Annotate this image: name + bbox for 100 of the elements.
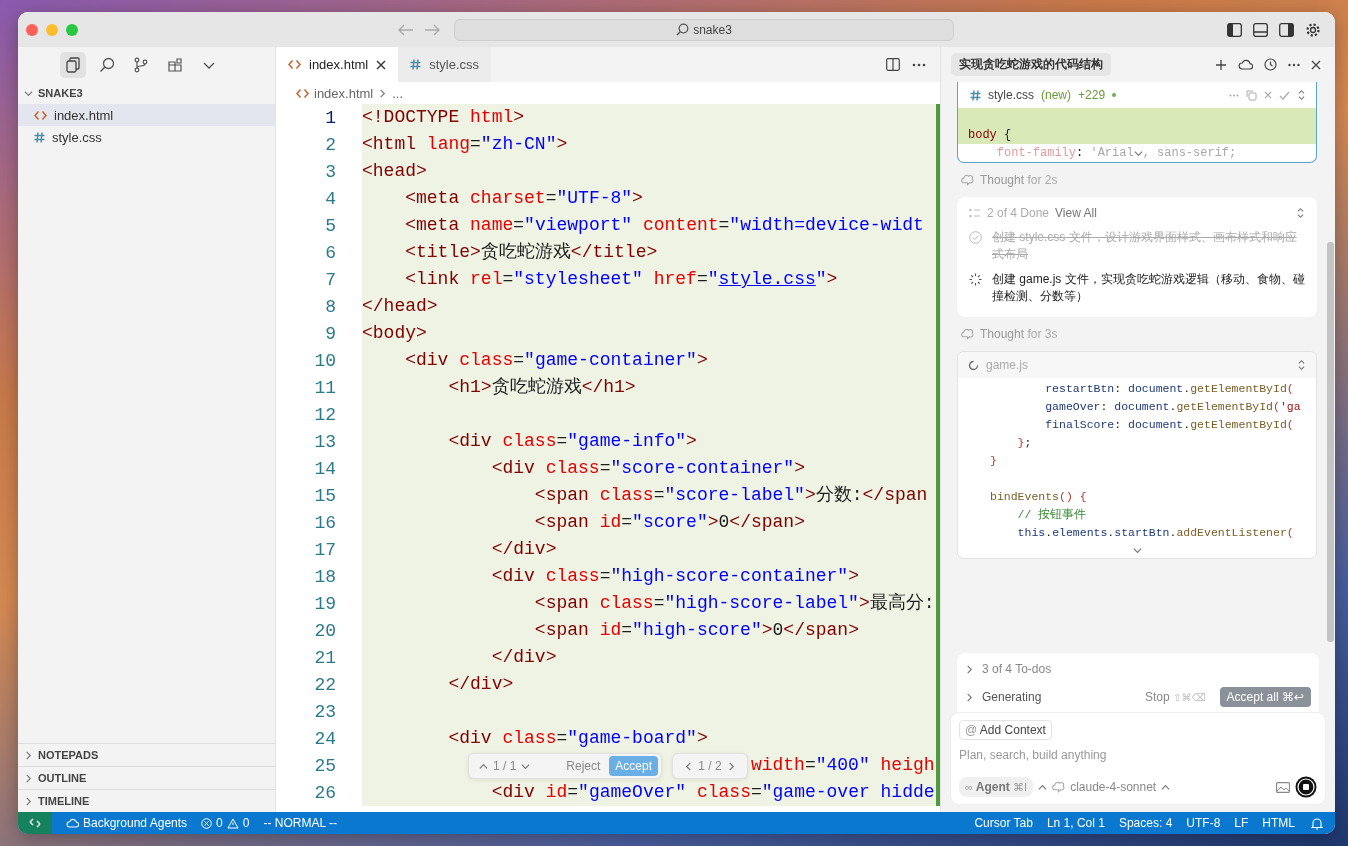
status-item[interactable]: Cursor Tab (974, 816, 1033, 830)
stop-button[interactable]: Stop ⇧⌘⌫ (1139, 690, 1212, 704)
previous-change-icon (479, 761, 488, 771)
folder-name: SNAKE3 (38, 87, 83, 99)
editor-tab[interactable]: index.html (276, 47, 399, 82)
section-title: NOTEPADS (38, 749, 99, 761)
brain-icon (961, 174, 974, 186)
link[interactable]: style.css (718, 269, 816, 289)
bell-icon[interactable] (1311, 816, 1323, 830)
check-icon[interactable] (1279, 90, 1290, 100)
file-name: style.css (52, 129, 102, 145)
file-tree-item[interactable]: style.css (18, 126, 275, 148)
caret-icon (1038, 782, 1048, 792)
code-line: gameOver: document.getElementById('ga (1044, 399, 1302, 415)
scrollbar[interactable] (1327, 242, 1334, 642)
todo-item: 创建 game.js 文件，实现贪吃蛇游戏逻辑（移动、食物、碰撞检测、分数等） (992, 271, 1305, 305)
code-text: , sans-serif; (1142, 146, 1237, 160)
line-number: 12 (313, 404, 336, 425)
line-number: 4 (324, 188, 336, 209)
generating-status[interactable]: Generating (982, 690, 1042, 704)
history-icon[interactable] (1264, 58, 1277, 71)
next-change-icon (521, 761, 531, 771)
code-line: } (990, 453, 998, 469)
mode-selector[interactable]: ∞ Agent ⌘I (959, 777, 1034, 797)
caret-icon (1161, 782, 1171, 792)
more-icon[interactable] (912, 62, 926, 67)
reject-button[interactable]: Reject (562, 757, 605, 775)
plus-icon[interactable] (1215, 58, 1227, 71)
command-search-field[interactable]: snake3 (454, 18, 954, 41)
close-icon[interactable] (376, 59, 387, 70)
blocks-icon (166, 56, 183, 73)
status-item[interactable]: LF (1234, 816, 1249, 830)
panel-section-header[interactable]: NOTEPADS (18, 743, 275, 766)
added-count: +229 (1078, 88, 1106, 102)
expand-icon[interactable] (1297, 359, 1306, 371)
chat-title[interactable]: 实现贪吃蛇游戏的代码结构 (951, 53, 1111, 76)
more-icon[interactable] (1288, 62, 1300, 67)
line-number: 7 (324, 269, 336, 290)
checklist-icon (969, 208, 981, 218)
file-tree-item[interactable]: index.html (18, 104, 275, 126)
expand-icon[interactable] (1297, 89, 1306, 101)
warning-icon (226, 817, 239, 829)
accept-all-button[interactable]: Accept all ⌘↩ (1219, 687, 1311, 707)
status-item[interactable]: UTF-8 (1186, 816, 1221, 830)
error-count: 0 (216, 816, 223, 830)
hash-icon (970, 89, 981, 101)
chat-input-field[interactable]: @ Add Context Plan, search, build anything ∞ Agent ⌘I claude-4-sonnet (951, 713, 1325, 804)
chevron-icon (378, 88, 388, 98)
todo-item: 创建 style.css 文件，设计游戏界面样式、画布样式和响应式布局 (992, 229, 1298, 263)
file-counter: 1 / 2 (698, 759, 722, 773)
breadcrumb-item[interactable]: index.html (314, 85, 374, 101)
hash-icon (410, 59, 422, 70)
status-item[interactable]: Ln 1, Col 1 (1046, 816, 1105, 830)
change-counter: 1 / 1 (493, 759, 517, 773)
panel-section-header[interactable]: OUTLINE (18, 766, 275, 789)
folder-header[interactable]: SNAKE3 (18, 82, 275, 104)
branch-icon (132, 56, 149, 73)
breadcrumb-item[interactable]: ... (392, 85, 404, 101)
vim-mode-status: -- NORMAL -- (263, 816, 337, 830)
file-name: index.html (54, 107, 114, 123)
problems-status[interactable]: 0 0 (201, 816, 250, 830)
view-all-link[interactable]: View All (1055, 206, 1097, 220)
stop-generation-button[interactable] (1295, 776, 1317, 798)
status-dot (1112, 93, 1117, 97)
thought-label[interactable]: Thought for 2s (980, 173, 1058, 187)
split-editor-icon[interactable] (886, 58, 900, 71)
section-title: OUTLINE (38, 772, 87, 784)
section-title: TIMELINE (38, 795, 90, 807)
line-number: 3 (324, 161, 336, 182)
right-sidebar-toggle-icon[interactable] (1279, 22, 1294, 37)
remote-button[interactable] (18, 812, 52, 834)
previous-file-icon (684, 761, 694, 771)
close-window-button[interactable] (26, 23, 38, 36)
image-icon[interactable] (1276, 781, 1290, 793)
line-number: 25 (313, 755, 336, 776)
status-item[interactable]: HTML (1262, 816, 1295, 830)
code-line: }; (1016, 435, 1033, 451)
line-number: 23 (313, 701, 336, 722)
model-selector[interactable]: claude-4-sonnet (1070, 780, 1157, 794)
thought-label[interactable]: Thought for 3s (980, 327, 1058, 341)
editor-tab[interactable]: style.css (398, 47, 492, 82)
line-number: 1 (324, 107, 336, 128)
line-number: 17 (313, 539, 336, 560)
bottom-panel-toggle-icon[interactable] (1253, 22, 1268, 37)
todo-summary[interactable]: 3 of 4 To-dos (982, 662, 1052, 676)
code-brackets-icon (34, 109, 47, 121)
file-status: (new) (1041, 88, 1072, 102)
expand-icon[interactable] (1296, 207, 1305, 219)
code-line: restartBtn: document.getElementById( (1044, 381, 1295, 397)
sidebar-tool-button[interactable] (59, 51, 86, 78)
left-sidebar-toggle-icon[interactable] (1227, 22, 1242, 37)
close-icon[interactable] (1311, 59, 1321, 70)
chevron-icon (965, 692, 974, 702)
line-number: 6 (324, 242, 336, 263)
file-name[interactable]: style.css (988, 88, 1034, 102)
add-context-button[interactable]: @ Add Context (959, 720, 1052, 740)
status-item[interactable]: Spaces: 4 (1118, 816, 1173, 830)
cloud-icon[interactable] (1238, 59, 1253, 70)
settings-icon[interactable] (1305, 21, 1321, 38)
line-number: 14 (313, 458, 336, 479)
